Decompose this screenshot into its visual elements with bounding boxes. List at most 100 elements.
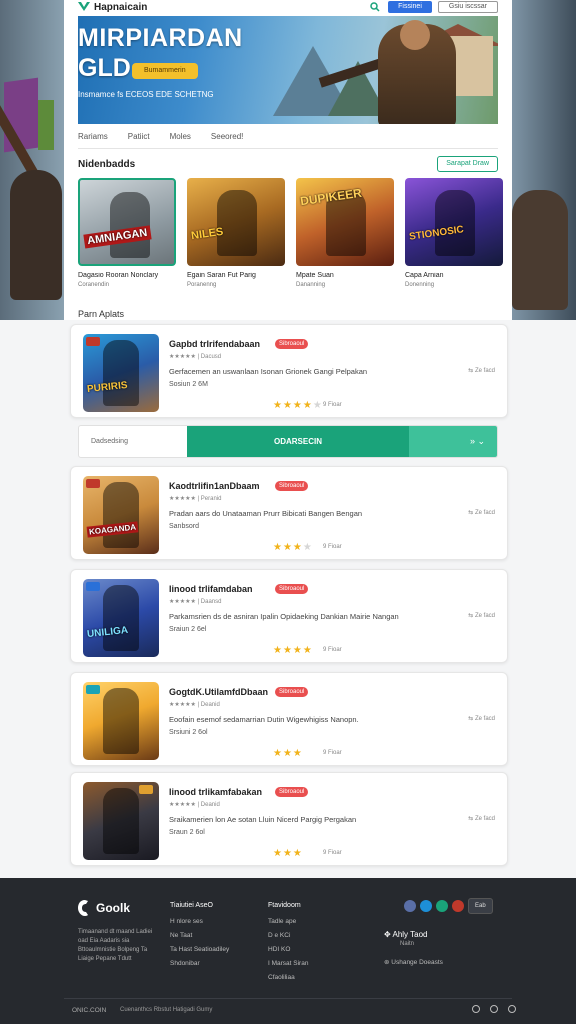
list-item-size: Sraun 2 6ol <box>169 829 205 836</box>
hero-banner[interactable]: MIRPIARDAN GLD Bumammerin Insmamce fs EC… <box>78 16 498 124</box>
footer-link[interactable]: HDI KO <box>268 946 308 953</box>
footer-app-title-text: Ahly Taod <box>392 930 428 939</box>
download-expand-icon[interactable]: » ⌄ <box>470 436 485 447</box>
featured-card-1[interactable]: NILES Egain Saran Fut Parig Poranenng <box>187 178 285 288</box>
list-item-rating: 9 Fioar <box>323 850 342 856</box>
footer-link[interactable]: Ne Taat <box>170 932 229 939</box>
header-primary-button[interactable]: Fissinei <box>388 1 432 13</box>
list-item-downloads: ⇆ Ze facd <box>468 716 495 722</box>
footer-social-button[interactable]: Eab <box>468 898 493 914</box>
list-item[interactable]: PURIRIS Gapbd trlrifendabaan Sibroaoul ★… <box>70 324 508 418</box>
footer-logo[interactable]: Goolk <box>78 900 130 916</box>
featured-meta: Poranenng <box>187 282 217 288</box>
footer-column-heading: Tiaiutiei AseO <box>170 902 213 909</box>
social-youtube-icon[interactable] <box>452 900 464 912</box>
footer-info-icon[interactable] <box>490 1005 498 1013</box>
footer-link[interactable]: Tadle ape <box>268 918 308 925</box>
search-icon[interactable] <box>368 1 382 13</box>
main-panel: Hapnaicain Fissinei Gsiu iscssar MIRPIAR… <box>64 0 512 320</box>
featured-character <box>435 190 475 256</box>
list-item-thumbnail: PURIRIS <box>83 334 159 412</box>
footer-link[interactable]: Ta Hast Seatioadiley <box>170 946 229 953</box>
featured-card-2[interactable]: DUPIKEER Mpate Suan Dananning <box>296 178 394 288</box>
list-item-title: Iinood trlifamdaban <box>169 584 253 594</box>
download-button-text[interactable]: ODARSECIN <box>187 437 409 446</box>
tab-3[interactable]: Seeored! <box>211 132 243 141</box>
footer-link[interactable]: Cfaoliliaa <box>268 974 308 981</box>
list-item[interactable]: KOAGANDA Kaodtrlifin1anDbaam Sibroaoul ★… <box>70 466 508 560</box>
nav-tabs: Rariams Patiict Moles Seeored! <box>78 132 243 141</box>
footer-link[interactable]: D e KCi <box>268 932 308 939</box>
brand-logo-icon[interactable] <box>78 2 90 12</box>
footer-legal-links[interactable]: Cuenanthcs Rbstut Hatigadi Gumy <box>120 1007 212 1013</box>
hero-title-line2: GLD <box>78 54 131 82</box>
background-soldier-right <box>512 190 568 310</box>
list-item-description: Gerfacemen an uswanlaan Isonan Grionek G… <box>169 367 368 376</box>
list-item-rating-line: ★★★★★ | Peranid <box>169 496 222 502</box>
social-twitter-icon[interactable] <box>420 900 432 912</box>
list-item-downloads: ⇆ Ze facd <box>468 510 495 516</box>
list-item-description: Eoofain esemof sedamarrian Dutin Wigewhi… <box>169 715 359 724</box>
featured-card-3[interactable]: STIONOSIC Capa Arnian Donenning <box>405 178 503 288</box>
list-section-title: Parn Aplats <box>78 309 125 319</box>
featured-games-row: AMNIAGAN Dagasio Rooran Nonclary Coranen… <box>78 178 503 288</box>
tab-0[interactable]: Rariams <box>78 132 108 141</box>
footer-column-1: Tiaiutiei AseO H nlore ses Ne Taat Ta Ha… <box>170 902 229 974</box>
featured-character <box>110 192 150 258</box>
hero-subtitle: Insmamce fs ECEOS EDE SCHETNG <box>78 90 214 99</box>
footer-link[interactable]: Shdonibar <box>170 960 229 967</box>
footer-brand: Goolk <box>96 901 131 915</box>
list-item-rating: 9 Fioar <box>323 750 342 756</box>
list-item[interactable]: UNILIGA Iinood trlifamdaban Sibroaoul ★★… <box>70 569 508 663</box>
footer-newsletter-text: Ushange Doeasts <box>391 959 443 966</box>
background-flag-2 <box>38 100 54 150</box>
social-facebook-icon[interactable] <box>404 900 416 912</box>
background-soldier-left <box>10 170 62 300</box>
list-item-badge-icon <box>86 685 100 694</box>
featured-name: Egain Saran Fut Parig <box>187 272 256 279</box>
hero-character-head <box>400 20 430 50</box>
list-item-stars: ★★★★ <box>273 645 313 656</box>
footer-settings-icon[interactable] <box>508 1005 516 1013</box>
list-item-character <box>103 788 139 854</box>
featured-section-title: Nidenbadds <box>78 159 136 170</box>
brand-name[interactable]: Hapnaicain <box>94 2 147 13</box>
list-item-downloads-text: Ze facd <box>474 613 495 619</box>
list-item-size: Sraiun 2 6el <box>169 626 207 633</box>
download-bar[interactable]: Dadsedsing ODARSECIN » ⌄ <box>78 425 498 458</box>
list-item[interactable]: Iinood trlikamfabakan Sibroaoul ★★★★★ | … <box>70 772 508 866</box>
list-item-tag: Sibroaoul <box>275 481 309 491</box>
list-item-badge-icon <box>139 785 153 794</box>
header-secondary-button[interactable]: Gsiu iscssar <box>437 1 498 13</box>
list-item-stars: ★★★★★ <box>273 400 323 411</box>
list-item-rating-line: ★★★★★ | Dacusd <box>169 354 222 360</box>
list-item-title: GogtdK.UtilamfdDbaan <box>169 687 268 697</box>
list-item-thumbnail <box>83 682 159 760</box>
hero-cta-button[interactable]: Bumammerin <box>132 63 198 79</box>
list-item-downloads-text: Ze facd <box>474 816 495 822</box>
featured-card-0[interactable]: AMNIAGAN Dagasio Rooran Nonclary Coranen… <box>78 178 176 288</box>
footer-newsletter[interactable]: ⊛ Ushange Doeasts <box>384 958 443 966</box>
footer-globe-icon[interactable] <box>472 1005 480 1013</box>
footer-about: Timaanand dt maand Ladiei oad Eia Aadari… <box>78 929 153 962</box>
list-item-downloads-text: Ze facd <box>474 368 495 374</box>
list-item-rating: 9 Fioar <box>323 544 342 550</box>
footer-link[interactable]: I Marsat Siran <box>268 960 308 967</box>
featured-name: Capa Arnian <box>405 272 444 279</box>
tabs-divider <box>78 148 498 149</box>
footer-social: Eab <box>404 898 493 914</box>
footer-link[interactable]: H nlore ses <box>170 918 229 925</box>
list-item-size: Srsiuni 2 6ol <box>169 729 208 736</box>
footer-app-title[interactable]: ✥ Ahly Taod <box>384 930 427 939</box>
list-item-tag: Sibroaoul <box>275 787 309 797</box>
footer-app-subtitle: Naitn <box>400 941 415 947</box>
social-whatsapp-icon[interactable] <box>436 900 448 912</box>
tab-2[interactable]: Moles <box>170 132 191 141</box>
list-item[interactable]: GogtdK.UtilamfdDbaan Sibroaoul ★★★★★ | D… <box>70 672 508 766</box>
list-item-tag: Sibroaoul <box>275 687 309 697</box>
tab-1[interactable]: Patiict <box>128 132 150 141</box>
featured-action-button[interactable]: Sarapat Draw <box>437 156 498 172</box>
list-item-description: Parkamsrien ds de asniran Ipalin Opidaek… <box>169 612 399 621</box>
list-item-size: Sosiun 2 6M <box>169 381 208 388</box>
footer-logo-icon <box>78 900 88 916</box>
